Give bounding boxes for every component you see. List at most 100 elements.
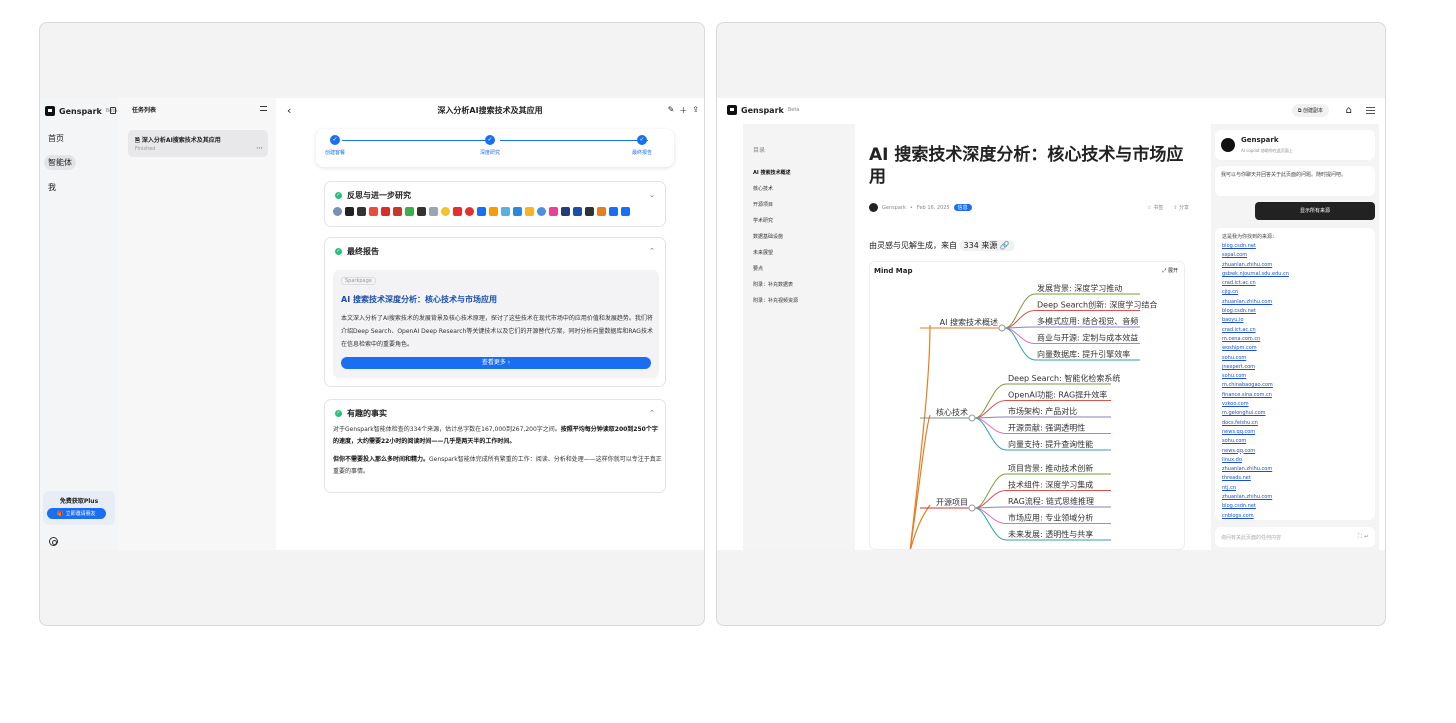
mind-map-leaf-label: RAG流程: 链式思维推理 [1008,496,1094,506]
source-link[interactable]: sohu.com [1222,437,1368,446]
source-link[interactable]: sspai.com [1222,251,1368,260]
beta-badge: Beta [787,107,800,113]
source-link[interactable]: sohu.com [1222,354,1368,363]
settings-icon[interactable] [49,537,58,546]
source-link[interactable]: vzkoo.com [1222,400,1368,409]
source-link[interactable]: m.cena.com.cn [1222,335,1368,344]
nav-item-home[interactable]: 首页 [44,131,68,146]
task-detail: ‹ 深入分析AI搜索技术及其应用 ✎ ＋ ⇪ ✓ 创建客餐 ✓ 深度研究 ✓ 最终报告… [276,98,704,550]
mind-map-canvas: AI 搜索技术概述 发展背景: 深度学习推动 Deep Search创新: 深度学习… [909,283,1157,549]
source-link[interactable]: zhuanlan.zhihu.com [1222,493,1368,502]
toc-item[interactable]: AI 搜索技术概述 [753,169,790,176]
source-link[interactable]: cjig.cn [1222,288,1368,297]
source-link[interactable]: zhuanlan.zhihu.com [1222,298,1368,307]
source-icon [357,207,366,216]
mind-map-leaf-label: 多模式应用: 结合视觉、音频 [1037,316,1138,326]
reflect-section[interactable]: ✓ 反思与进一步研究 ⌄ [324,181,666,227]
view-more-button[interactable]: 查看更多 › [341,357,651,369]
more-icon[interactable]: ⋯ [256,144,263,152]
source-link[interactable]: woshipm.com [1222,344,1368,353]
task-title: 深入分析AI搜索技术及其应用 [141,137,221,144]
home-icon[interactable]: ⌂ [1346,105,1352,116]
send-icon[interactable]: ⛶ ↵ [1358,533,1369,541]
copilot-avatar [1221,138,1235,152]
step-research[interactable]: ✓ 深度研究 [480,135,500,156]
add-icon[interactable]: ＋ [679,105,687,116]
mind-map-leaf-label: 技术组件: 深度学习集成 [1008,480,1093,490]
task-item[interactable]: 🗎 深入分析AI搜索技术及其应用 Finished ⋯ [128,130,268,157]
create-copy-button[interactable]: ⧉ 创建副本 [1291,104,1329,117]
source-link[interactable]: finance.sina.com.cn [1222,391,1368,400]
toc-item[interactable]: 核心技术 [753,185,773,192]
facts-text: 对于Genspark智能体检查的334个来源，估计总字数在167,000到267… [333,424,663,484]
chat-input[interactable]: 询问有关此页面的任何内容 ⛶ ↵ [1215,527,1375,547]
source-link[interactable]: cnblogs.com [1222,512,1368,520]
show-all-sources-button[interactable]: 显示所有来源 [1255,202,1375,220]
source-link[interactable]: zhuanlan.zhihu.com [1222,465,1368,474]
source-link[interactable]: baoyu.io [1222,316,1368,325]
mind-map-leaf-label: 市场应用: 专业领域分析 [1008,513,1093,523]
copilot-message: 我可以与你聊天并回答关于此页面的问题。随时提问吧。 [1215,166,1375,196]
table-of-contents: 目录 AI 搜索技术概述 核心技术 开源项目 学术研究 数据基础设施 未来展望 … [743,124,855,550]
brand[interactable]: Genspark Beta [45,106,117,116]
report-title: AI 搜索技术深度分析：核心技术与市场应用 [341,295,497,304]
menu-icon[interactable] [260,106,267,111]
source-link[interactable]: crad.ict.ac.cn [1222,326,1368,335]
mind-map-leaf-label: 向量数据库: 提升引擎效率 [1037,349,1130,359]
source-icon [621,207,630,216]
chevron-up-icon[interactable]: ⌃ [649,409,655,417]
source-link[interactable]: news.qq.com [1222,428,1368,437]
source-icon [609,207,618,216]
brand-name: Genspark [741,105,784,115]
report-card[interactable]: Sparkpage AI 搜索技术深度分析：核心技术与市场应用 本文深入分析了A… [333,270,659,378]
source-link[interactable]: jnexpert.com [1222,363,1368,372]
source-link[interactable]: m.chinabaogao.com [1222,381,1368,390]
toc-item[interactable]: 学术研究 [753,217,773,224]
sidebar-toggle-icon[interactable] [110,107,116,114]
source-link[interactable]: news.qq.com [1222,447,1368,456]
toc-item[interactable]: 数据基础设施 [753,233,783,240]
mind-map-leaf-label: 未来发展: 透明性与共享 [1008,529,1093,539]
source-link[interactable]: threads.net [1222,474,1368,483]
step-final[interactable]: ✓ 最终报告 [632,135,652,156]
source-link[interactable]: blog.csdn.net [1222,502,1368,511]
toc-item[interactable]: 开源项目 [753,201,773,208]
step-create[interactable]: ✓ 创建客餐 [325,135,345,156]
info-badge[interactable]: 信息 [953,204,972,211]
source-link[interactable]: blog.csdn.net [1222,307,1368,316]
source-link[interactable]: zhuanlan.zhihu.com [1222,261,1368,270]
source-link[interactable]: linux.do [1222,456,1368,465]
edit-icon[interactable]: ✎ [668,105,675,116]
facts-section: ✓ 有趣的事实 ⌃ 对于Genspark智能体检查的334个来源，估计总字数在16… [324,399,666,493]
source-icon [477,207,486,216]
nav-item-agent[interactable]: 智能体 [44,155,76,170]
source-link[interactable]: gsbwk.njournal.sdu.edu.cn [1222,270,1368,279]
toc-item[interactable]: 附录：补充数据表 [753,281,793,288]
report-summary: 本文深入分析了AI搜索技术的发展背景及核心技术原理，探讨了这些技术在现代市场中的… [341,315,653,348]
source-link[interactable]: blog.csdn.net [1222,242,1368,251]
share-icon[interactable]: ⇪ [692,105,699,116]
source-link[interactable]: ntj.cn [1222,484,1368,493]
toc-item[interactable]: 未来展望 [753,249,773,256]
source-link[interactable]: crad.ict.ac.cn [1222,279,1368,288]
bookmark-action[interactable]: ☆ 书签 [1147,204,1163,211]
chevron-up-icon[interactable]: ⌃ [649,247,655,255]
source-link[interactable]: m.gelonghui.com [1222,409,1368,418]
mind-map-leaf-label: 向量支持: 提升查询性能 [1008,439,1093,449]
generation-prefix: 由灵感与见解生成，来自 [869,241,957,250]
source-link[interactable]: docs.feishu.cn [1222,419,1368,428]
nav-item-me[interactable]: 我 [44,180,60,195]
invite-button[interactable]: 🎁 立即邀请朋友 [47,508,106,519]
source-count-chip[interactable]: 334 来源 🔗 [959,240,1014,251]
mind-map-branch-label: 开源项目 [936,498,968,507]
toc-item[interactable]: 附录：补充视频资源 [753,297,798,304]
mind-map-trunk [909,324,931,549]
chevron-down-icon[interactable]: ⌄ [649,191,655,199]
source-icon [573,207,582,216]
toc-item[interactable]: 要点 [753,265,763,272]
brand[interactable]: Genspark Beta [727,105,799,115]
share-action[interactable]: ⇪ 分享 [1173,204,1189,211]
sources-heading: 这是我为你找到的来源： [1222,234,1278,240]
source-link[interactable]: sohu.com [1222,372,1368,381]
menu-icon[interactable] [1366,107,1375,114]
